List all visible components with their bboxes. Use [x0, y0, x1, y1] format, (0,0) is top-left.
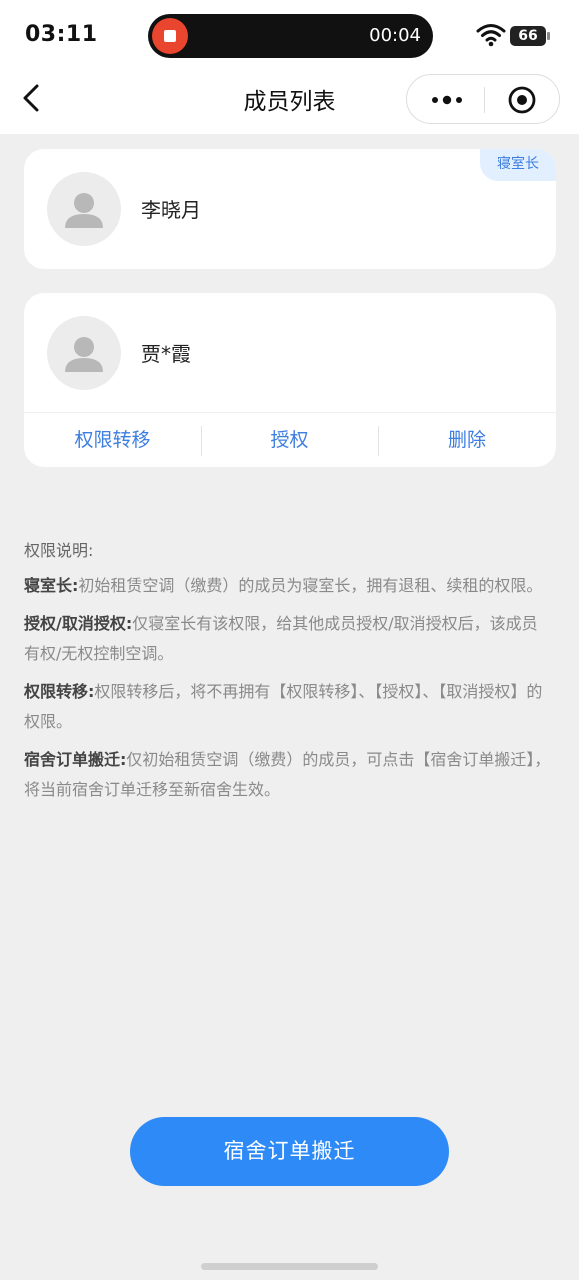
dorm-leader-badge: 寝室长: [480, 149, 556, 181]
close-mini-program-icon[interactable]: [507, 85, 537, 115]
record-stop-icon[interactable]: [152, 18, 188, 54]
default-avatar-icon: [65, 337, 103, 372]
wifi-icon: [476, 24, 506, 47]
member-card: 李晓月 寝室长: [24, 149, 556, 269]
member-name: 贾*霞: [141, 342, 191, 366]
status-bar: 03:11 00:04 66: [0, 0, 579, 70]
rule-label: 权限转移:: [24, 682, 95, 701]
dorm-order-relocation-button[interactable]: 宿舍订单搬迁: [130, 1117, 449, 1186]
transfer-permission-button[interactable]: 权限转移: [24, 413, 201, 467]
recording-timer: 00:04: [369, 25, 421, 46]
delete-member-button[interactable]: 删除: [378, 413, 556, 467]
member-actions: 权限转移 授权 删除: [24, 412, 556, 467]
more-menu-icon[interactable]: [427, 88, 467, 112]
capsule-divider: [484, 87, 485, 113]
status-time: 03:11: [25, 22, 98, 47]
member-card: 贾*霞 权限转移 授权 删除: [24, 293, 556, 467]
navigation-bar: 成员列表: [0, 70, 579, 134]
battery-level: 66: [510, 26, 546, 46]
rule-label: 授权/取消授权:: [24, 614, 133, 633]
default-avatar-icon: [65, 193, 103, 228]
mini-program-capsule: [406, 74, 560, 124]
avatar: [47, 172, 121, 246]
avatar: [47, 316, 121, 390]
rule-item: 授权/取消授权:仅寝室长有该权限，给其他成员授权/取消授权后，该成员有权/无权控…: [24, 609, 552, 669]
rule-label: 宿舍订单搬迁:: [24, 750, 127, 769]
screen-recording-indicator[interactable]: 00:04: [148, 14, 433, 58]
rule-label: 寝室长:: [24, 576, 79, 595]
permission-notes-title: 权限说明:: [24, 541, 94, 560]
battery-cap-icon: [547, 32, 550, 40]
rule-text: 权限转移后，将不再拥有【权限转移】、【授权】、【取消授权】的权限。: [24, 682, 543, 731]
home-indicator[interactable]: [201, 1263, 378, 1270]
member-name: 李晓月: [141, 198, 201, 222]
rule-text: 初始租赁空调（缴费）的成员为寝室长，拥有退租、续租的权限。: [78, 576, 543, 595]
permission-notes: 权限说明: 寝室长:初始租赁空调（缴费）的成员为寝室长，拥有退租、续租的权限。 …: [24, 537, 552, 813]
rule-item: 宿舍订单搬迁:仅初始租赁空调（缴费）的成员，可点击【宿舍订单搬迁】，将当前宿舍订…: [24, 745, 552, 805]
authorize-button[interactable]: 授权: [201, 413, 378, 467]
rule-item: 权限转移:权限转移后，将不再拥有【权限转移】、【授权】、【取消授权】的权限。: [24, 677, 552, 737]
rule-item: 寝室长:初始租赁空调（缴费）的成员为寝室长，拥有退租、续租的权限。: [24, 571, 552, 601]
